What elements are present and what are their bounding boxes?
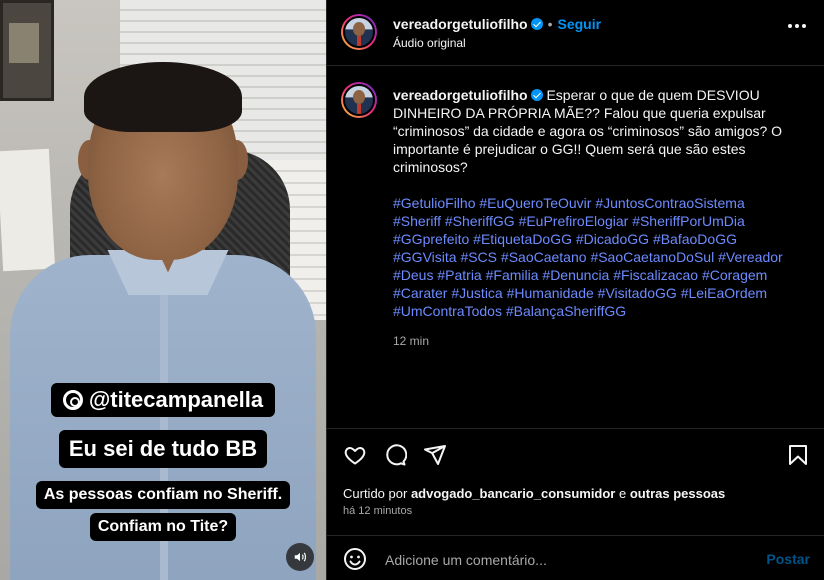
hashtag-link[interactable]: #GetulioFilho bbox=[393, 195, 476, 211]
hashtag-link[interactable]: #VisitadoGG bbox=[598, 285, 677, 301]
verified-icon bbox=[530, 89, 543, 101]
caption-line1-text: Eu sei de tudo BB bbox=[58, 430, 268, 468]
header-user-line: vereadorgetuliofilho • Seguir bbox=[393, 16, 601, 32]
hashtag-link[interactable]: #Deus bbox=[393, 267, 433, 283]
hashtag-link[interactable]: #BafaoDoGG bbox=[653, 231, 737, 247]
hashtag-link[interactable]: #Vereador bbox=[718, 249, 783, 265]
post-panel: vereadorgetuliofilho • Seguir Áudio origin… bbox=[326, 0, 824, 580]
person-hair bbox=[84, 62, 242, 132]
caption-avatar[interactable] bbox=[341, 82, 377, 118]
post-time: 12 min bbox=[393, 334, 430, 348]
hashtag-link[interactable]: #Coragem bbox=[702, 267, 767, 283]
add-comment-bar: Postar bbox=[327, 535, 824, 580]
hashtag-link[interactable]: #Humanidade bbox=[507, 285, 594, 301]
post-caption: vereadorgetuliofilho Esperar o que de qu… bbox=[393, 86, 793, 350]
wall-frame bbox=[0, 0, 54, 101]
caption-line2: As pessoas confiam no Sheriff. bbox=[0, 481, 326, 509]
threads-icon bbox=[62, 390, 83, 410]
liked-user[interactable]: advogado_bancario_consumidor bbox=[411, 486, 615, 501]
caption-handle-text: @titecampanella bbox=[88, 387, 264, 412]
action-bar bbox=[327, 428, 824, 480]
liked-prefix: Curtido por bbox=[343, 486, 408, 501]
hashtag-link[interactable]: #EuQueroTeOuvir bbox=[479, 195, 591, 211]
hashtag-link[interactable]: #JuntosContraoSistema bbox=[595, 195, 744, 211]
hashtag-list: #GetulioFilho #EuQueroTeOuvir #JuntosCon… bbox=[393, 194, 793, 320]
hashtag-link[interactable]: #SCS bbox=[460, 249, 497, 265]
hashtag-link[interactable]: #Patria bbox=[437, 267, 481, 283]
liked-conj: e bbox=[619, 486, 627, 501]
hashtag-link[interactable]: #GGVisita bbox=[393, 249, 457, 265]
hashtag-link[interactable]: #GGprefeito bbox=[393, 231, 469, 247]
separator-dot: • bbox=[547, 16, 553, 32]
caption-line2-text: As pessoas confiam no Sheriff. bbox=[35, 481, 291, 509]
caption-username[interactable]: vereadorgetuliofilho bbox=[393, 87, 528, 103]
avatar[interactable] bbox=[341, 14, 377, 50]
hashtag-link[interactable]: #DicadoGG bbox=[576, 231, 649, 247]
post-header: vereadorgetuliofilho • Seguir Áudio origin… bbox=[327, 0, 824, 66]
caption-line1: Eu sei de tudo BB bbox=[0, 430, 326, 468]
comment-input[interactable] bbox=[383, 548, 747, 572]
wall-paper bbox=[0, 148, 56, 272]
hashtag-link[interactable]: #BalançaSheriffGG bbox=[506, 303, 626, 319]
hashtag-link[interactable]: #EuPrefiroElogiar bbox=[519, 213, 629, 229]
hashtag-link[interactable]: #Justica bbox=[451, 285, 502, 301]
mute-button[interactable] bbox=[286, 543, 314, 571]
caption-line3-text: Confiam no Tite? bbox=[89, 513, 237, 541]
hashtag-link[interactable]: #EtiquetaDoGG bbox=[473, 231, 572, 247]
heart-icon[interactable] bbox=[343, 443, 367, 467]
reel-video[interactable]: @titecampanella Eu sei de tudo BB As pes… bbox=[0, 0, 326, 580]
caption-line3: Confiam no Tite? bbox=[0, 513, 326, 541]
hashtag-link[interactable]: #SaoCaetano bbox=[501, 249, 587, 265]
verified-icon bbox=[530, 18, 543, 30]
hashtag-link[interactable]: #SheriffGG bbox=[445, 213, 515, 229]
hashtag-link[interactable]: #Fiscalizacao bbox=[613, 267, 698, 283]
audio-label[interactable]: Áudio original bbox=[393, 36, 466, 50]
more-icon[interactable] bbox=[788, 24, 806, 28]
share-icon[interactable] bbox=[423, 443, 447, 467]
caption-handle: @titecampanella bbox=[0, 383, 326, 417]
header-username[interactable]: vereadorgetuliofilho bbox=[393, 16, 528, 32]
hashtag-link[interactable]: #SheriffPorUmDia bbox=[632, 213, 745, 229]
hashtag-link[interactable]: #Denuncia bbox=[542, 267, 609, 283]
likes-time: há 12 minutos bbox=[343, 505, 413, 517]
liked-others[interactable]: outras pessoas bbox=[630, 486, 725, 501]
post-button[interactable]: Postar bbox=[766, 551, 810, 567]
liked-by: Curtido por advogado_bancario_consumidor… bbox=[343, 486, 725, 501]
hashtag-link[interactable]: #Familia bbox=[486, 267, 539, 283]
speaker-icon bbox=[294, 552, 306, 562]
emoji-icon[interactable] bbox=[343, 547, 367, 571]
hashtag-link[interactable]: #LeiEaOrdem bbox=[681, 285, 767, 301]
comment-icon[interactable] bbox=[383, 443, 407, 467]
hashtag-link[interactable]: #UmContraTodos bbox=[393, 303, 502, 319]
bookmark-icon[interactable] bbox=[786, 443, 810, 467]
hashtag-link[interactable]: #Sheriff bbox=[393, 213, 441, 229]
follow-button[interactable]: Seguir bbox=[557, 16, 601, 32]
hashtag-link[interactable]: #SaoCaetanoDoSul bbox=[590, 249, 714, 265]
hashtag-link[interactable]: #Carater bbox=[393, 285, 447, 301]
